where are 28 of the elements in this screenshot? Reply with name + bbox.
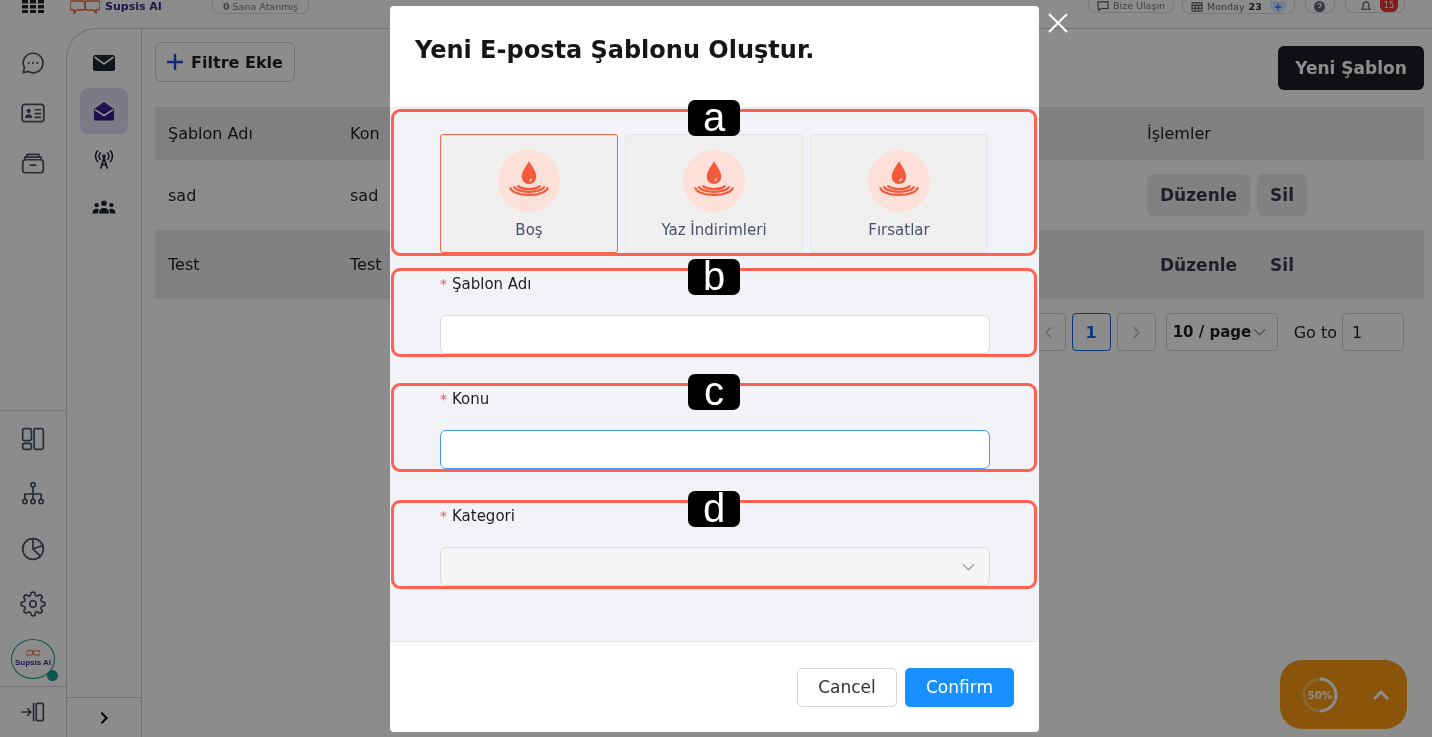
field-label: Kategori [452, 506, 515, 526]
required-mark: * [440, 390, 447, 409]
column-header: Şablon Adı [168, 124, 253, 143]
annotation-label: d [688, 491, 740, 527]
day-label: Monday [1207, 0, 1245, 13]
field-label: Konu [452, 389, 490, 409]
table-cell: sad [168, 185, 197, 205]
progress-reading: 50% [1306, 687, 1334, 702]
go-to-label: Go to [1293, 322, 1337, 342]
annotation-label: a [688, 100, 740, 136]
required-mark: * [440, 275, 447, 294]
table-cell: sad [350, 185, 379, 205]
brand-name: Supsis AI [105, 0, 162, 14]
template-name: Fırsatlar [868, 220, 930, 240]
avatar-label: Supsis AI [14, 658, 52, 667]
template-name: Boş [515, 220, 543, 240]
column-header: İşlemler [1147, 124, 1211, 143]
notification-badge: 15 [1379, 0, 1398, 12]
annotation-label: c [688, 374, 740, 410]
modal-title: Yeni E-posta Şablonu Oluştur. [415, 35, 815, 66]
table-cell: Test [350, 255, 382, 274]
table-cell: Test [168, 255, 200, 274]
column-header: Kon [350, 124, 380, 143]
required-mark: * [440, 507, 447, 526]
day-number: 23 [1248, 0, 1262, 13]
annotation-label: b [688, 259, 740, 295]
field-label: Şablon Adı [452, 274, 532, 294]
template-name: Yaz İndirimleri [661, 220, 767, 240]
